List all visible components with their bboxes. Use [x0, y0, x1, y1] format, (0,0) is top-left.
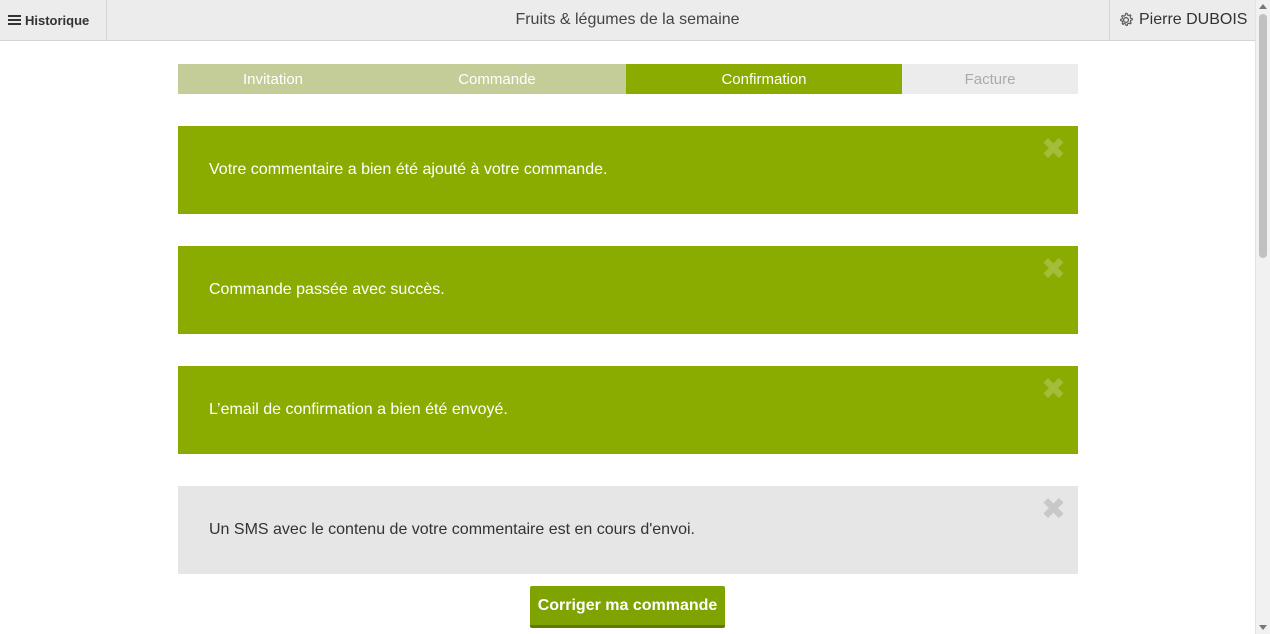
alert-order-success: Commande passée avec succès. ✖	[178, 246, 1078, 334]
close-icon[interactable]: ✖	[1041, 375, 1066, 405]
user-menu-button[interactable]: Pierre DUBOIS	[1109, 0, 1255, 40]
user-name: Pierre DUBOIS	[1139, 11, 1248, 28]
close-icon[interactable]: ✖	[1041, 495, 1066, 525]
step-facture: Facture	[902, 64, 1078, 94]
top-bar: Historique Fruits & légumes de la semain…	[0, 0, 1255, 41]
scroll-up-arrow-icon[interactable]	[1259, 4, 1267, 9]
vertical-scrollbar[interactable]	[1255, 0, 1270, 634]
history-menu-button[interactable]: Historique	[0, 0, 107, 40]
step-commande: Commande	[368, 64, 626, 94]
hamburger-icon	[8, 15, 21, 25]
history-label: Historique	[25, 12, 90, 28]
step-invitation: Invitation	[178, 64, 368, 94]
close-icon[interactable]: ✖	[1041, 135, 1066, 165]
step-label: Confirmation	[721, 70, 807, 88]
alert-message: Commande passée avec succès.	[209, 281, 445, 298]
step-label: Invitation	[242, 70, 304, 88]
gear-icon	[1120, 12, 1133, 27]
step-label: Commande	[458, 70, 536, 88]
alert-comment-added: Votre commentaire a bien été ajouté à vo…	[178, 126, 1078, 214]
scroll-down-arrow-icon[interactable]	[1259, 625, 1267, 630]
alert-email-sent: L’email de confirmation a bien été envoy…	[178, 366, 1078, 454]
alert-message: Votre commentaire a bien été ajouté à vo…	[209, 161, 608, 178]
alert-sms-sending: Un SMS avec le contenu de votre commenta…	[178, 486, 1078, 574]
step-confirmation: Confirmation	[626, 64, 902, 94]
alert-message: L’email de confirmation a bien été envoy…	[209, 401, 508, 418]
page-title: Fruits & légumes de la semaine	[515, 11, 740, 28]
close-icon[interactable]: ✖	[1041, 255, 1066, 285]
alert-message: Un SMS avec le contenu de votre commenta…	[209, 521, 695, 538]
step-label: Facture	[964, 70, 1016, 88]
fix-order-button[interactable]: Corriger ma commande	[530, 586, 725, 628]
scrollbar-thumb[interactable]	[1259, 14, 1267, 258]
order-progress-steps: Invitation Commande Confirmation Facture	[178, 63, 1078, 95]
